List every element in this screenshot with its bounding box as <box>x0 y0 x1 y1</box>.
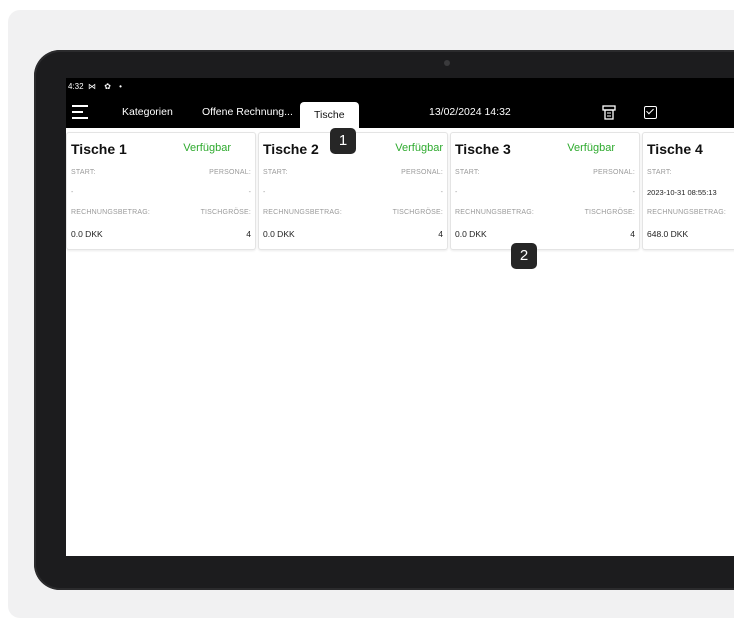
annotation-badge-2: 2 <box>511 243 537 269</box>
tables-grid: Tische 1 Verfügbar START: PERSONAL: - - … <box>66 128 734 258</box>
amount-label: RECHNUNGSBETRAG: <box>647 209 727 216</box>
status-bar: 4:32 ⋈ ✿ • <box>66 78 734 96</box>
staff-label: PERSONAL: <box>209 169 251 176</box>
amount-label: RECHNUNGSBETRAG: <box>71 209 151 216</box>
datetime-display: 13/02/2024 14:32 <box>429 106 511 118</box>
size-label: TISCHGRÖSE: <box>392 209 443 216</box>
amount-value: 648.0 DKK <box>647 229 689 239</box>
size-label: TISCHGRÖSE: <box>584 209 635 216</box>
staff-value: - <box>632 189 635 196</box>
table-name: Tische 4 <box>647 141 703 157</box>
staff-label: PERSONAL: <box>593 169 635 176</box>
size-value: 4 <box>246 229 251 239</box>
tab-kategorien[interactable]: Kategorien <box>122 96 173 128</box>
tab-offene-rechnung[interactable]: Offene Rechnung... <box>202 96 293 128</box>
tablet-frame: 4:32 ⋈ ✿ • Kategorien Offene Rechnung...… <box>34 50 734 590</box>
amount-label: RECHNUNGSBETRAG: <box>263 209 343 216</box>
staff-value: - <box>248 189 251 196</box>
amount-value: 0.0 DKK <box>455 229 487 239</box>
table-card[interactable]: Tische 1 Verfügbar START: PERSONAL: - - … <box>66 132 256 250</box>
table-name: Tische 3 <box>455 141 511 157</box>
table-name: Tische 2 <box>263 141 319 157</box>
start-value: 2023-10-31 08:55:13 <box>647 188 717 197</box>
start-value: - <box>455 189 458 196</box>
status-time: 4:32 <box>68 82 84 91</box>
table-status: Verfügbar <box>567 142 615 154</box>
table-status: Verfügbar <box>183 142 231 154</box>
amount-value: 0.0 DKK <box>71 229 103 239</box>
tablet-screen: 4:32 ⋈ ✿ • Kategorien Offene Rechnung...… <box>66 78 734 556</box>
staff-value: - <box>440 189 443 196</box>
camera-dot <box>444 60 450 66</box>
start-value: - <box>263 189 266 196</box>
size-value: 4 <box>630 229 635 239</box>
checkbox-icon[interactable] <box>644 106 657 119</box>
staff-label: PERSONAL: <box>401 169 443 176</box>
amount-label: RECHNUNGSBETRAG: <box>455 209 535 216</box>
annotation-badge-1: 1 <box>330 128 356 154</box>
app-bar: Kategorien Offene Rechnung... Tische 13/… <box>66 96 734 128</box>
table-name: Tische 1 <box>71 141 127 157</box>
start-label: START: <box>647 169 672 176</box>
receipt-icon[interactable] <box>602 105 616 120</box>
start-label: START: <box>263 169 288 176</box>
table-status: Verfügbar <box>395 142 443 154</box>
start-label: START: <box>455 169 480 176</box>
size-value: 4 <box>438 229 443 239</box>
start-value: - <box>71 189 74 196</box>
table-card[interactable]: Tische 4 START: 2023-10-31 08:55:13 RECH… <box>642 132 734 250</box>
hamburger-menu-icon[interactable] <box>72 105 88 119</box>
size-label: TISCHGRÖSE: <box>200 209 251 216</box>
status-icons: ⋈ ✿ • <box>88 82 125 91</box>
table-card[interactable]: Tische 3 Verfügbar START: PERSONAL: - - … <box>450 132 640 250</box>
amount-value: 0.0 DKK <box>263 229 295 239</box>
tab-tische[interactable]: Tische <box>300 102 359 128</box>
start-label: START: <box>71 169 96 176</box>
